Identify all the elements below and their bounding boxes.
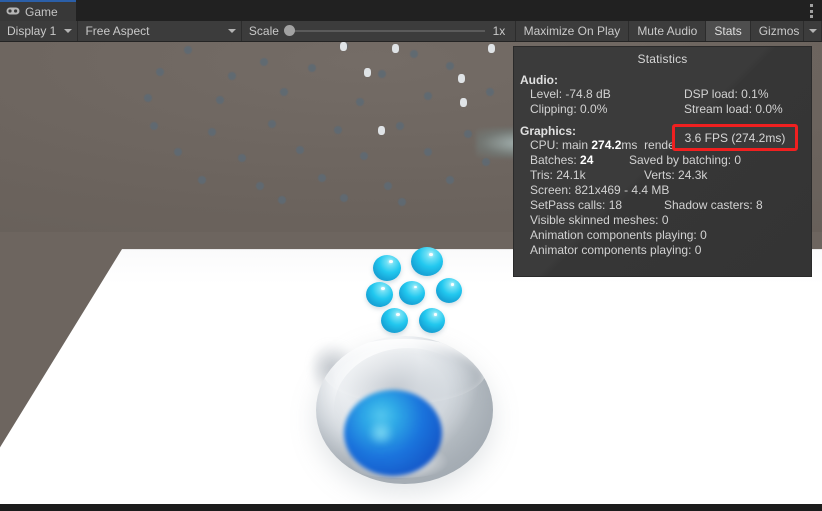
cpu-prefix-label: CPU: main — [530, 138, 592, 152]
chevron-down-icon — [808, 29, 817, 33]
mute-audio-button[interactable]: Mute Audio — [629, 21, 707, 41]
audio-level-value: Level: -74.8 dB — [530, 87, 611, 101]
audio-level-row: Level: -74.8 dB DSP load: 0.1% — [514, 87, 811, 102]
batches-label: Batches: — [530, 153, 581, 167]
gamepad-icon — [6, 3, 20, 21]
gizmos-dropdown-button[interactable] — [804, 21, 822, 41]
scale-slider-handle[interactable] — [283, 25, 295, 36]
stats-label: Stats — [714, 24, 742, 38]
animator-components-value: Animator components playing: 0 — [530, 243, 702, 257]
aspect-ratio-dropdown[interactable]: Free Aspect — [78, 21, 242, 41]
blue-sphere-highlight — [366, 422, 396, 444]
screen-value: Screen: 821x469 - 4.4 MB — [530, 183, 670, 197]
maximize-on-play-label: Maximize On Play — [523, 24, 621, 38]
audio-clipping-row: Clipping: 0.0% Stream load: 0.0% — [514, 102, 811, 117]
animation-components-row: Animation components playing: 0 — [514, 228, 811, 243]
stream-load-value: Stream load: 0.0% — [684, 102, 783, 116]
audio-section-heading: Audio: — [520, 73, 558, 87]
gizmos-label: Gizmos — [758, 24, 800, 38]
tab-strip: Game — [0, 0, 822, 21]
aspect-ratio-label: Free Aspect — [85, 24, 150, 38]
scale-label: Scale — [248, 24, 279, 38]
small-sphere — [373, 255, 401, 281]
tris-value: Tris: 24.1k — [530, 168, 586, 182]
small-sphere — [399, 281, 425, 305]
display-dropdown[interactable]: Display 1 — [0, 21, 79, 41]
unity-game-window: Game Display 1 Free Aspect Scale 1x Maxi… — [0, 0, 822, 511]
mute-audio-label: Mute Audio — [637, 24, 698, 38]
small-sphere — [419, 308, 445, 333]
statistics-title: Statistics — [637, 52, 688, 66]
statistics-panel: Statistics Audio: Level: -74.8 dB DSP lo… — [513, 46, 812, 277]
screen-row: Screen: 821x469 - 4.4 MB — [514, 183, 811, 198]
batches-row: Batches: 24 Saved by batching: 0 — [514, 153, 811, 168]
fps-highlight-box: 3.6 FPS (274.2ms) — [672, 124, 798, 151]
setpass-row: SetPass calls: 18 Shadow casters: 8 — [514, 198, 811, 213]
verts-value: Verts: 24.3k — [644, 168, 708, 182]
scale-slider-track[interactable] — [283, 25, 485, 36]
batches-value: 24 — [580, 153, 594, 167]
particle-dot-field — [128, 42, 606, 206]
setpass-calls-value: SetPass calls: 18 — [530, 198, 623, 212]
audio-clipping-value: Clipping: 0.0% — [530, 102, 608, 116]
shadow-casters-value: Shadow casters: 8 — [664, 198, 763, 212]
scale-value: 1x — [492, 24, 506, 38]
visible-skinned-meshes-value: Visible skinned meshes: 0 — [530, 213, 669, 227]
stats-button[interactable]: Stats — [706, 21, 751, 41]
animation-components-value: Animation components playing: 0 — [530, 228, 707, 242]
gizmos-button[interactable]: Gizmos — [751, 21, 805, 41]
small-sphere — [436, 278, 462, 303]
tab-game-label: Game — [25, 4, 58, 19]
animator-components-row: Animator components playing: 0 — [514, 243, 811, 258]
small-sphere — [411, 247, 443, 276]
chevron-down-icon — [227, 29, 236, 33]
small-sphere — [381, 308, 408, 333]
small-sphere — [366, 282, 393, 307]
display-dropdown-label: Display 1 — [7, 24, 57, 38]
tab-game[interactable]: Game — [0, 0, 76, 21]
game-render-view[interactable]: Statistics Audio: Level: -74.8 dB DSP lo… — [0, 42, 822, 504]
game-view-toolbar: Display 1 Free Aspect Scale 1x Maximize … — [0, 21, 822, 42]
chevron-down-icon — [64, 29, 73, 33]
maximize-on-play-button[interactable]: Maximize On Play — [516, 21, 630, 41]
tris-verts-row: Tris: 24.1k Verts: 24.3k — [514, 168, 811, 183]
fps-value: 3.6 FPS (274.2ms) — [684, 130, 786, 145]
kebab-menu-icon[interactable] — [809, 4, 813, 18]
saved-by-batching-value: Saved by batching: 0 — [629, 153, 742, 167]
cpu-main-value: 274.2 — [591, 138, 622, 152]
bottom-status-bar — [0, 504, 822, 511]
cpu-main-unit: ms — [621, 138, 638, 152]
dsp-load-value: DSP load: 0.1% — [684, 87, 769, 101]
visible-skinned-meshes-row: Visible skinned meshes: 0 — [514, 213, 811, 228]
scale-slider-group[interactable]: Scale 1x — [242, 21, 516, 41]
